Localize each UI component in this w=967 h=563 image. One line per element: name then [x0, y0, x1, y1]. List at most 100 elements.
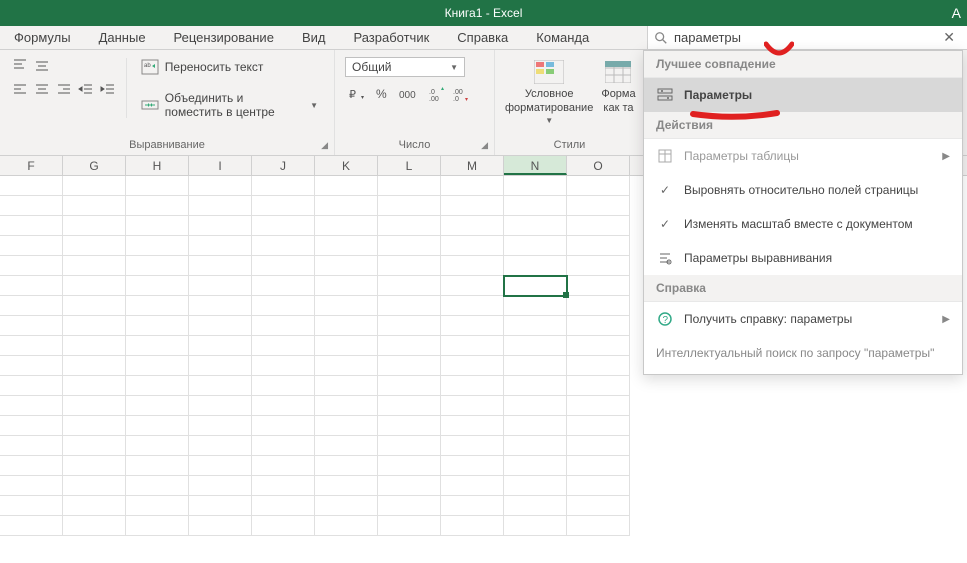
cell[interactable]: [189, 276, 252, 296]
cell[interactable]: [567, 376, 630, 396]
dialog-launcher-icon[interactable]: ◢: [321, 140, 328, 151]
cell[interactable]: [0, 336, 63, 356]
cell[interactable]: [504, 416, 567, 436]
cell[interactable]: [378, 176, 441, 196]
cell[interactable]: [315, 216, 378, 236]
cell[interactable]: [63, 276, 126, 296]
cell[interactable]: [378, 316, 441, 336]
cell[interactable]: [504, 456, 567, 476]
align-middle-icon[interactable]: [32, 56, 52, 76]
cell[interactable]: [126, 416, 189, 436]
cell[interactable]: [315, 276, 378, 296]
cell[interactable]: [126, 376, 189, 396]
cell[interactable]: [0, 176, 63, 196]
column-header[interactable]: N: [504, 156, 567, 175]
tab-developer[interactable]: Разработчик: [339, 26, 443, 49]
cell[interactable]: [441, 256, 504, 276]
cell[interactable]: [378, 356, 441, 376]
column-header[interactable]: H: [126, 156, 189, 175]
cell[interactable]: [441, 176, 504, 196]
cell[interactable]: [189, 516, 252, 536]
cell[interactable]: [252, 516, 315, 536]
search-input[interactable]: [668, 30, 937, 45]
cell[interactable]: [252, 276, 315, 296]
tab-view[interactable]: Вид: [288, 26, 340, 49]
cell[interactable]: [567, 476, 630, 496]
help-get-help[interactable]: ? Получить справку: параметры ▶: [644, 302, 962, 336]
cell[interactable]: [441, 476, 504, 496]
cell[interactable]: [63, 316, 126, 336]
cell[interactable]: [567, 236, 630, 256]
cell[interactable]: [315, 476, 378, 496]
cell[interactable]: [441, 496, 504, 516]
cell[interactable]: [252, 236, 315, 256]
cell[interactable]: [441, 196, 504, 216]
cell[interactable]: [126, 356, 189, 376]
cell[interactable]: [189, 336, 252, 356]
cell[interactable]: [504, 296, 567, 316]
action-align-relative-margins[interactable]: ✓ Выровнять относительно полей страницы: [644, 173, 962, 207]
column-header[interactable]: O: [567, 156, 630, 175]
wrap-text-button[interactable]: ab Переносить текст: [135, 56, 324, 78]
cell[interactable]: [378, 256, 441, 276]
cell[interactable]: [567, 336, 630, 356]
cell[interactable]: [252, 376, 315, 396]
cell[interactable]: [441, 416, 504, 436]
cell[interactable]: [189, 296, 252, 316]
cell[interactable]: [252, 356, 315, 376]
cell[interactable]: [378, 396, 441, 416]
smart-lookup-footer[interactable]: Интеллектуальный поиск по запросу "парам…: [644, 336, 962, 374]
cell[interactable]: [252, 476, 315, 496]
cell[interactable]: [63, 476, 126, 496]
increase-indent-icon[interactable]: [98, 80, 118, 100]
cell[interactable]: [126, 476, 189, 496]
cell[interactable]: [315, 336, 378, 356]
cell[interactable]: [63, 516, 126, 536]
decrease-decimal-icon[interactable]: .00.0: [451, 84, 471, 104]
cell[interactable]: [378, 236, 441, 256]
cell[interactable]: [252, 456, 315, 476]
cell[interactable]: [504, 216, 567, 236]
cell[interactable]: [441, 236, 504, 256]
cell[interactable]: [441, 516, 504, 536]
cell[interactable]: [0, 436, 63, 456]
cell[interactable]: [0, 316, 63, 336]
cell[interactable]: [315, 196, 378, 216]
cell[interactable]: [189, 176, 252, 196]
cell[interactable]: [567, 496, 630, 516]
cell[interactable]: [189, 196, 252, 216]
cell[interactable]: [189, 436, 252, 456]
format-as-table-button[interactable]: Форма как та: [597, 54, 639, 114]
cell[interactable]: [63, 356, 126, 376]
action-alignment-parameters[interactable]: Параметры выравнивания: [644, 241, 962, 275]
align-center-icon[interactable]: [32, 80, 52, 100]
cell[interactable]: [63, 216, 126, 236]
cell[interactable]: [0, 476, 63, 496]
action-table-parameters[interactable]: Параметры таблицы ▶: [644, 139, 962, 173]
column-header[interactable]: F: [0, 156, 63, 175]
conditional-formatting-button[interactable]: Условное форматирование ▼: [501, 54, 597, 126]
cell[interactable]: [126, 436, 189, 456]
cell[interactable]: [378, 296, 441, 316]
cell[interactable]: [189, 316, 252, 336]
cell[interactable]: [441, 296, 504, 316]
cell[interactable]: [441, 216, 504, 236]
tab-help[interactable]: Справка: [443, 26, 522, 49]
cell[interactable]: [567, 296, 630, 316]
cell[interactable]: [504, 496, 567, 516]
cell[interactable]: [126, 276, 189, 296]
cell[interactable]: [0, 256, 63, 276]
percent-format-icon[interactable]: %: [373, 84, 393, 104]
cell[interactable]: [189, 256, 252, 276]
cell[interactable]: [378, 216, 441, 236]
cell[interactable]: [252, 336, 315, 356]
cell[interactable]: [63, 416, 126, 436]
cell[interactable]: [315, 456, 378, 476]
cell[interactable]: [189, 496, 252, 516]
tell-me-searchbox[interactable]: ✕: [647, 26, 967, 49]
cell[interactable]: [315, 416, 378, 436]
cell[interactable]: [126, 236, 189, 256]
cell[interactable]: [504, 376, 567, 396]
cell[interactable]: [0, 276, 63, 296]
cell[interactable]: [441, 336, 504, 356]
